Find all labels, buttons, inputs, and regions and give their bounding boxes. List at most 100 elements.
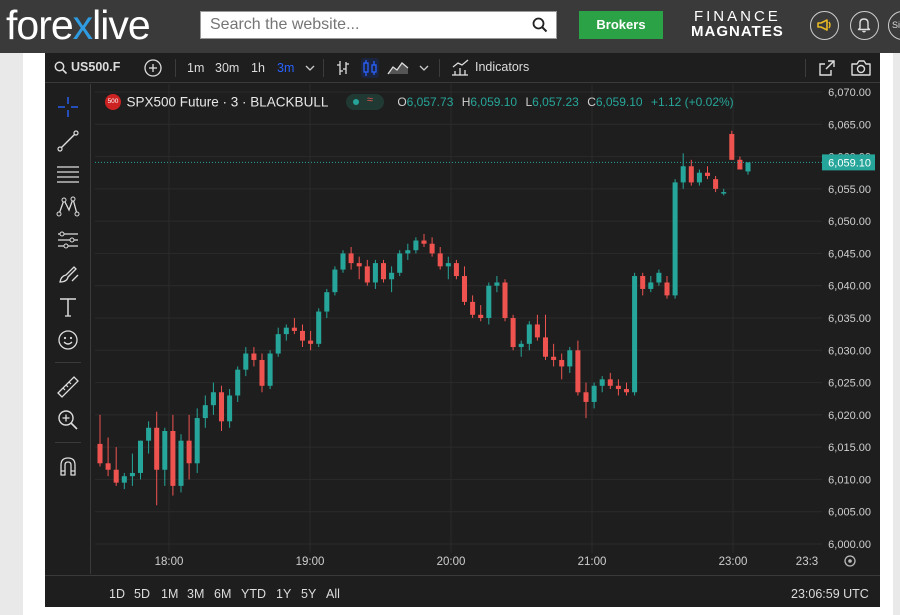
candle bbox=[461, 266, 468, 306]
price-tick-label: 6,065.00 bbox=[828, 119, 871, 131]
range-1d[interactable]: 1D bbox=[109, 587, 125, 601]
notifications-button[interactable] bbox=[850, 11, 879, 40]
candle-body bbox=[372, 263, 378, 283]
candle bbox=[615, 379, 621, 396]
time-axis[interactable]: 18:00 19:00 20:00 21:00 23:00 23:3 bbox=[155, 556, 819, 568]
candle bbox=[640, 272, 646, 296]
candle bbox=[235, 366, 241, 402]
candle-body bbox=[202, 405, 208, 419]
price-chart[interactable]: 6,070.006,065.006,060.006,055.006,050.00… bbox=[45, 53, 880, 574]
search-input[interactable] bbox=[201, 12, 521, 38]
candle bbox=[364, 259, 370, 286]
candle-body bbox=[267, 353, 273, 386]
legend-title[interactable]: SPX500 Future · 3 · BLACKBULL bbox=[126, 95, 328, 110]
candle bbox=[567, 347, 573, 373]
candle-body bbox=[575, 350, 581, 393]
utc-clock[interactable]: 23:06:59 UTC bbox=[791, 587, 869, 601]
time-tick-label: 18:00 bbox=[155, 556, 184, 568]
candle-body bbox=[542, 337, 549, 357]
candle-body bbox=[113, 469, 119, 483]
candle-body bbox=[283, 327, 289, 335]
candle bbox=[721, 188, 727, 196]
candle-body bbox=[583, 392, 589, 402]
range-1m[interactable]: 1M bbox=[161, 587, 178, 601]
candle-body bbox=[704, 172, 711, 176]
brokers-button[interactable]: Brokers bbox=[579, 11, 663, 39]
candle-body bbox=[648, 282, 654, 289]
candle bbox=[542, 314, 549, 360]
candle bbox=[510, 314, 516, 351]
range-3m[interactable]: 3M bbox=[187, 587, 204, 601]
candle bbox=[397, 250, 403, 277]
range-6m[interactable]: 6M bbox=[214, 587, 231, 601]
candle bbox=[664, 276, 670, 299]
candle-body bbox=[453, 263, 459, 277]
megaphone-button[interactable] bbox=[810, 11, 839, 40]
price-axis[interactable]: 6,070.006,065.006,060.006,055.006,050.00… bbox=[822, 87, 875, 551]
candle-body bbox=[129, 472, 135, 477]
candle bbox=[154, 411, 160, 506]
candle bbox=[178, 434, 184, 493]
candle bbox=[380, 259, 387, 283]
current-price-label: 6,059.10 bbox=[828, 157, 871, 169]
range-1y[interactable]: 1Y bbox=[276, 587, 291, 601]
candle-body bbox=[405, 250, 411, 254]
range-all[interactable]: All bbox=[326, 587, 340, 601]
candle-body bbox=[567, 350, 573, 367]
candle-body bbox=[745, 162, 751, 172]
candle-body bbox=[170, 431, 176, 486]
candle bbox=[218, 385, 225, 431]
time-tick-label: 20:00 bbox=[437, 556, 466, 568]
price-axis-settings-icon[interactable] bbox=[844, 555, 856, 567]
candle bbox=[137, 440, 144, 480]
candle bbox=[445, 256, 451, 280]
candle-body bbox=[218, 392, 225, 422]
price-tick-label: 6,055.00 bbox=[828, 184, 871, 196]
candle-body bbox=[656, 272, 662, 283]
candle bbox=[146, 421, 152, 454]
range-ytd[interactable]: YTD bbox=[241, 587, 266, 601]
candle bbox=[696, 169, 702, 186]
sign-in-label: Sig bbox=[892, 20, 900, 30]
sign-in-button[interactable]: Sig bbox=[888, 11, 900, 40]
search-icon[interactable] bbox=[532, 17, 548, 33]
forexlive-logo[interactable]: forexlive bbox=[6, 2, 151, 48]
range-5d[interactable]: 5D bbox=[134, 587, 150, 601]
candle bbox=[275, 327, 281, 357]
open-value: 6,057.73 bbox=[406, 95, 454, 109]
candle-body bbox=[332, 269, 338, 293]
chart-widget: US500.F 1m 30m 1h 3m Indicators 6,070.00… bbox=[45, 53, 880, 607]
candle bbox=[372, 259, 378, 289]
candle bbox=[340, 250, 346, 273]
candle-body bbox=[364, 266, 370, 283]
price-tick-label: 6,070.00 bbox=[828, 87, 871, 99]
candle-body bbox=[275, 334, 281, 354]
chart-legend: 500 SPX500 Future · 3 · BLACKBULL ≈ O6,0… bbox=[105, 94, 734, 110]
candle-body bbox=[105, 463, 111, 470]
range-bar: 1D 5D 1M 3M 6M YTD 1Y 5Y All 23:06:59 UT… bbox=[45, 575, 880, 607]
candle bbox=[648, 276, 654, 293]
candle-body bbox=[729, 133, 735, 160]
candle-body bbox=[299, 330, 306, 341]
price-tick-label: 6,015.00 bbox=[828, 442, 871, 454]
time-tick-label: 19:00 bbox=[296, 556, 325, 568]
market-status-badge[interactable]: ≈ bbox=[345, 94, 384, 110]
candle bbox=[170, 414, 176, 496]
range-5y[interactable]: 5Y bbox=[301, 587, 316, 601]
candle bbox=[437, 246, 443, 270]
finance-magnates-logo[interactable]: FINANCE MAGNATES bbox=[691, 9, 784, 39]
candle bbox=[105, 437, 111, 477]
candle-body bbox=[421, 240, 427, 244]
candle bbox=[129, 453, 135, 486]
candle-body bbox=[243, 353, 249, 370]
high-value: 6,059.10 bbox=[470, 95, 518, 109]
candle-body bbox=[607, 379, 613, 386]
candle-body bbox=[348, 253, 354, 264]
candle-body bbox=[308, 340, 314, 344]
candle bbox=[656, 269, 662, 286]
logo-text-a: fore bbox=[6, 2, 74, 48]
candle bbox=[494, 276, 500, 293]
candle-body bbox=[486, 285, 492, 318]
candle bbox=[186, 414, 192, 480]
candle bbox=[453, 259, 459, 280]
